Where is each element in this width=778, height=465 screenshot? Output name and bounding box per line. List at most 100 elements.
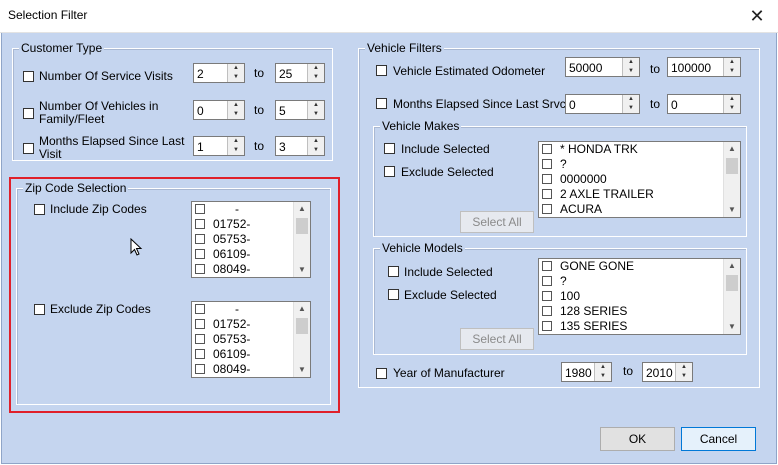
list-item[interactable]: ? — [542, 157, 567, 172]
models-include-checkbox[interactable] — [388, 266, 399, 277]
spinner-value: 25 — [279, 67, 293, 81]
odometer-checkbox[interactable] — [376, 65, 387, 76]
spinner-down-icon[interactable]: ▼ — [308, 73, 324, 82]
item-checkbox[interactable] — [542, 321, 552, 331]
models-include-label: Include Selected — [404, 265, 493, 279]
dialog-client-area: Customer Type Number Of Service Visits 2… — [1, 33, 777, 464]
service-visits-from-spinner[interactable]: 2 ▲ ▼ — [193, 63, 245, 83]
months-since-srvc-checkbox[interactable] — [376, 98, 387, 109]
year-to-spinner[interactable]: 2010 ▲ ▼ — [642, 362, 693, 382]
vehicle-makes-group: Vehicle Makes Include Selected Exclude S… — [373, 119, 747, 237]
scrollbar[interactable]: ▲ ▼ — [723, 142, 740, 217]
spinner-down-icon[interactable]: ▼ — [308, 110, 324, 119]
months-since-srvc-label: Months Elapsed Since Last Srvc — [393, 97, 566, 111]
scroll-thumb[interactable] — [726, 158, 738, 174]
spinner-down-icon[interactable]: ▼ — [724, 67, 740, 76]
list-item[interactable]: 135 SERIES — [542, 319, 627, 334]
to-label: to — [623, 364, 634, 378]
spinner-down-icon[interactable]: ▼ — [676, 372, 692, 381]
odometer-from-spinner[interactable]: 50000 ▲ ▼ — [565, 57, 640, 77]
vehicles-family-label: Number Of Vehicles in Family/Fleet — [39, 99, 159, 126]
spinner-value: 0 — [569, 98, 576, 112]
months-elapsed-to-spinner[interactable]: 3 ▲ ▼ — [275, 136, 325, 156]
list-item[interactable]: * HONDA TRK — [542, 142, 638, 157]
spinner-value: 3 — [279, 140, 286, 154]
makes-list[interactable]: * HONDA TRK ? 0000000 2 AXLE TRAILER ACU… — [538, 141, 741, 218]
item-checkbox[interactable] — [542, 261, 552, 271]
spinner-down-icon[interactable]: ▼ — [308, 146, 324, 155]
to-label: to — [254, 139, 265, 153]
scroll-down-icon[interactable]: ▼ — [724, 203, 740, 217]
spinner-value: 100000 — [671, 61, 712, 75]
item-label: 2 AXLE TRAILER — [560, 187, 654, 201]
item-label: ACURA — [560, 202, 603, 216]
vehicles-family-to-spinner[interactable]: 5 ▲ ▼ — [275, 100, 325, 120]
list-item[interactable]: ? — [542, 274, 567, 289]
service-visits-checkbox[interactable] — [23, 71, 34, 82]
item-checkbox[interactable] — [542, 306, 552, 316]
item-checkbox[interactable] — [542, 174, 552, 184]
service-visits-to-spinner[interactable]: 25 ▲ ▼ — [275, 63, 325, 83]
vehicle-filters-group: Vehicle Filters Vehicle Estimated Odomet… — [358, 41, 760, 388]
scroll-thumb[interactable] — [726, 275, 738, 291]
item-label: ? — [560, 274, 567, 288]
spinner-value: 2010 — [646, 366, 673, 380]
months-elapsed-from-spinner[interactable]: 1 ▲ ▼ — [193, 136, 245, 156]
item-checkbox[interactable] — [542, 144, 552, 154]
item-label: ? — [560, 157, 567, 171]
item-label: GONE GONE — [560, 259, 635, 273]
item-checkbox[interactable] — [542, 276, 552, 286]
list-item[interactable]: 0000000 — [542, 172, 607, 187]
cancel-button[interactable]: Cancel — [681, 427, 756, 451]
list-item[interactable]: 100 — [542, 289, 580, 304]
year-checkbox[interactable] — [376, 368, 387, 379]
spinner-down-icon[interactable]: ▼ — [228, 110, 244, 119]
list-item[interactable]: 128 SERIES — [542, 304, 627, 319]
customer-type-legend: Customer Type — [19, 41, 105, 55]
vehicle-models-legend: Vehicle Models — [380, 241, 465, 255]
title-bar: Selection Filter ✕ — [0, 0, 778, 33]
scroll-up-icon[interactable]: ▲ — [724, 142, 740, 156]
months-since-srvc-to-spinner[interactable]: 0 ▲ ▼ — [667, 94, 741, 114]
ok-button[interactable]: OK — [600, 427, 675, 451]
models-select-all-button[interactable]: Select All — [460, 328, 534, 350]
spinner-down-icon[interactable]: ▼ — [623, 67, 639, 76]
item-checkbox[interactable] — [542, 291, 552, 301]
spinner-down-icon[interactable]: ▼ — [228, 146, 244, 155]
year-from-spinner[interactable]: 1980 ▲ ▼ — [561, 362, 612, 382]
to-label: to — [650, 62, 661, 76]
scroll-up-icon[interactable]: ▲ — [724, 259, 740, 273]
makes-exclude-checkbox[interactable] — [384, 166, 395, 177]
vehicle-models-group: Vehicle Models Include Selected Exclude … — [373, 241, 747, 355]
item-label: * HONDA TRK — [560, 142, 638, 156]
models-list[interactable]: GONE GONE ? 100 128 SERIES 135 SERIES ▲ … — [538, 258, 741, 335]
spinner-down-icon[interactable]: ▼ — [724, 104, 740, 113]
spinner-down-icon[interactable]: ▼ — [595, 372, 611, 381]
to-label: to — [254, 66, 265, 80]
spinner-value: 1980 — [565, 366, 592, 380]
item-checkbox[interactable] — [542, 159, 552, 169]
makes-select-all-button[interactable]: Select All — [460, 211, 534, 233]
makes-include-checkbox[interactable] — [384, 143, 395, 154]
spinner-down-icon[interactable]: ▼ — [228, 73, 244, 82]
vehicles-family-checkbox[interactable] — [23, 108, 34, 119]
odometer-to-spinner[interactable]: 100000 ▲ ▼ — [667, 57, 741, 77]
close-icon[interactable]: ✕ — [744, 3, 770, 29]
list-item[interactable]: GONE GONE — [542, 259, 634, 274]
item-checkbox[interactable] — [542, 189, 552, 199]
vehicles-family-from-spinner[interactable]: 0 ▲ ▼ — [193, 100, 245, 120]
scroll-down-icon[interactable]: ▼ — [724, 320, 740, 334]
vehicle-makes-legend: Vehicle Makes — [380, 119, 462, 133]
spinner-down-icon[interactable]: ▼ — [623, 104, 639, 113]
scrollbar[interactable]: ▲ ▼ — [723, 259, 740, 334]
months-elapsed-label: Months Elapsed Since Last Visit — [39, 134, 185, 161]
models-exclude-checkbox[interactable] — [388, 289, 399, 300]
list-item[interactable]: 2 AXLE TRAILER — [542, 187, 654, 202]
item-checkbox[interactable] — [542, 204, 552, 214]
vehicle-filters-legend: Vehicle Filters — [365, 41, 444, 55]
months-since-srvc-from-spinner[interactable]: 0 ▲ ▼ — [565, 94, 640, 114]
list-item[interactable]: ACURA — [542, 202, 602, 217]
months-elapsed-checkbox[interactable] — [23, 143, 34, 154]
service-visits-label: Number Of Service Visits — [39, 69, 173, 83]
makes-exclude-label: Exclude Selected — [401, 165, 494, 179]
